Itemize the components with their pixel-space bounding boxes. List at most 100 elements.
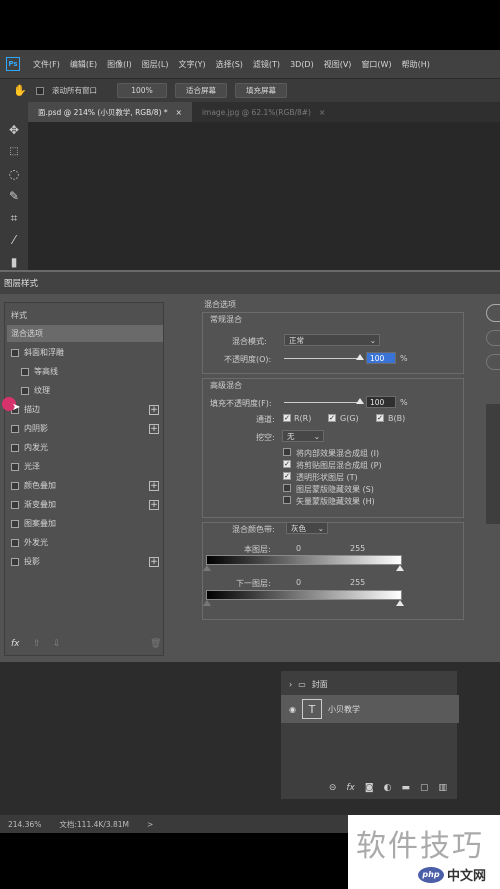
group-icon[interactable]: ▬: [401, 783, 410, 793]
style-outer-glow[interactable]: 外发光: [7, 534, 163, 551]
close-icon[interactable]: ×: [176, 108, 182, 117]
menu-3d[interactable]: 3D(D): [285, 60, 319, 69]
trash-icon[interactable]: ▥: [438, 783, 447, 793]
knockout-dropdown[interactable]: 无 ⌄: [282, 430, 324, 442]
move-tool-icon[interactable]: ✥: [6, 122, 22, 137]
style-satin[interactable]: 光泽: [7, 458, 163, 475]
underlying-black-thumb[interactable]: [203, 600, 211, 606]
add-icon[interactable]: +: [149, 480, 159, 491]
add-icon[interactable]: +: [149, 499, 159, 510]
channel-b-checkbox[interactable]: ✓: [376, 414, 384, 422]
marquee-tool-icon[interactable]: ⬚: [6, 144, 22, 159]
quick-select-tool-icon[interactable]: ✎: [6, 188, 22, 203]
new-style-button[interactable]: [486, 354, 500, 370]
style-checkbox[interactable]: [11, 348, 19, 357]
tab-image-jpg[interactable]: image.jpg @ 62.1%(RGB/8#) ×: [192, 102, 335, 122]
underlying-layer-gradient[interactable]: [206, 590, 402, 600]
style-checkbox[interactable]: [21, 386, 29, 395]
menu-view[interactable]: 视图(V): [319, 59, 357, 70]
fill-slider-thumb[interactable]: [356, 398, 364, 404]
fill-slider-track[interactable]: [284, 402, 360, 403]
layer-mask-hides-checkbox[interactable]: [283, 484, 291, 492]
channel-g-checkbox[interactable]: ✓: [328, 414, 336, 422]
this-layer-black-thumb[interactable]: [203, 565, 211, 571]
adjustment-icon[interactable]: ◐: [384, 783, 392, 793]
style-checkbox[interactable]: [11, 481, 19, 490]
opacity-slider-track[interactable]: [284, 358, 360, 359]
style-contour[interactable]: 等高线: [7, 363, 163, 380]
style-checkbox[interactable]: [21, 367, 29, 376]
style-blending-options[interactable]: 混合选项: [7, 325, 163, 342]
channel-r-checkbox[interactable]: ✓: [283, 414, 291, 422]
opacity-slider-thumb[interactable]: [356, 354, 364, 360]
style-checkbox[interactable]: [11, 519, 19, 528]
new-layer-icon[interactable]: ▢: [420, 783, 429, 793]
fit-screen-button[interactable]: 适合屏幕: [175, 83, 227, 98]
move-down-icon[interactable]: ⇩: [53, 639, 61, 649]
style-gradient-overlay[interactable]: 渐变叠加 +: [7, 496, 163, 513]
cancel-button[interactable]: [486, 330, 500, 346]
blend-interior-checkbox[interactable]: [283, 448, 291, 456]
add-icon[interactable]: +: [149, 404, 159, 415]
lasso-tool-icon[interactable]: ◌: [6, 166, 22, 181]
style-checkbox[interactable]: [11, 500, 19, 509]
zoom-100-button[interactable]: 100%: [117, 83, 167, 98]
scroll-all-checkbox[interactable]: [36, 86, 44, 95]
style-color-overlay[interactable]: 颜色叠加 +: [7, 477, 163, 494]
add-icon[interactable]: +: [149, 556, 159, 567]
hand-tool-icon[interactable]: ✋: [12, 83, 28, 99]
menu-file[interactable]: 文件(F): [28, 59, 65, 70]
eyedropper-tool-icon[interactable]: ⁄: [6, 233, 22, 248]
menu-layer[interactable]: 图层(L): [137, 59, 174, 70]
brush-tool-icon[interactable]: ▮: [6, 255, 22, 270]
this-layer-white-thumb[interactable]: [396, 565, 404, 571]
style-checkbox[interactable]: [11, 424, 19, 433]
ok-button[interactable]: [486, 304, 500, 322]
fill-screen-button[interactable]: 填充屏幕: [235, 83, 287, 98]
crop-tool-icon[interactable]: ⌗: [6, 211, 22, 226]
tab-cover-psd[interactable]: 面.psd @ 214% (小贝教学, RGB/8) * ×: [28, 102, 192, 122]
style-drop-shadow[interactable]: 投影 +: [7, 553, 163, 570]
menu-select[interactable]: 选择(S): [211, 59, 248, 70]
style-inner-shadow[interactable]: 内阴影 +: [7, 420, 163, 437]
style-checkbox[interactable]: [11, 443, 19, 452]
style-checkbox[interactable]: [11, 538, 19, 547]
this-layer-gradient[interactable]: [206, 555, 402, 565]
opacity-input[interactable]: 100: [366, 352, 396, 364]
layer-text-xiaobei[interactable]: ◉ T 小贝教学: [281, 695, 459, 723]
menu-image[interactable]: 图像(I): [102, 59, 137, 70]
blend-mode-dropdown[interactable]: 正常 ⌄: [284, 334, 380, 346]
move-up-icon[interactable]: ⇧: [33, 639, 41, 649]
style-texture[interactable]: 纹理: [7, 382, 163, 399]
blend-if-dropdown[interactable]: 灰色 ⌄: [286, 522, 328, 534]
status-arrow[interactable]: >: [147, 820, 153, 829]
layer-group-cover[interactable]: › ▭ 封面: [281, 671, 459, 697]
menu-edit[interactable]: 编辑(E): [65, 59, 102, 70]
menu-filter[interactable]: 滤镜(T): [248, 59, 285, 70]
style-pattern-overlay[interactable]: 图案叠加: [7, 515, 163, 532]
style-checkbox[interactable]: [11, 462, 19, 471]
add-icon[interactable]: +: [149, 423, 159, 434]
style-stroke[interactable]: 描边 +: [7, 401, 163, 418]
style-bevel-emboss[interactable]: 斜面和浮雕: [7, 344, 163, 361]
knockout-label: 挖空:: [256, 433, 275, 442]
vector-mask-hides-checkbox[interactable]: [283, 496, 291, 504]
style-label: 描边: [24, 405, 40, 414]
style-inner-glow[interactable]: 内发光: [7, 439, 163, 456]
mask-icon[interactable]: ◙: [365, 783, 374, 793]
menu-window[interactable]: 窗口(W): [356, 59, 396, 70]
link-icon[interactable]: ⊝: [329, 783, 337, 793]
blend-clipped-checkbox[interactable]: ✓: [283, 460, 291, 468]
chevron-right-icon[interactable]: ›: [289, 680, 292, 689]
fx-icon[interactable]: fx: [11, 639, 20, 649]
underlying-white-thumb[interactable]: [396, 600, 404, 606]
fx-icon[interactable]: fx: [346, 783, 355, 793]
transparency-shapes-checkbox[interactable]: ✓: [283, 472, 291, 480]
close-icon[interactable]: ×: [319, 108, 325, 117]
style-checkbox[interactable]: [11, 557, 19, 566]
trash-icon[interactable]: 🗑: [150, 639, 161, 649]
menu-help[interactable]: 帮助(H): [397, 59, 435, 70]
eye-icon[interactable]: ◉: [289, 705, 296, 714]
menu-type[interactable]: 文字(Y): [173, 59, 210, 70]
fill-opacity-input[interactable]: 100: [366, 396, 396, 408]
